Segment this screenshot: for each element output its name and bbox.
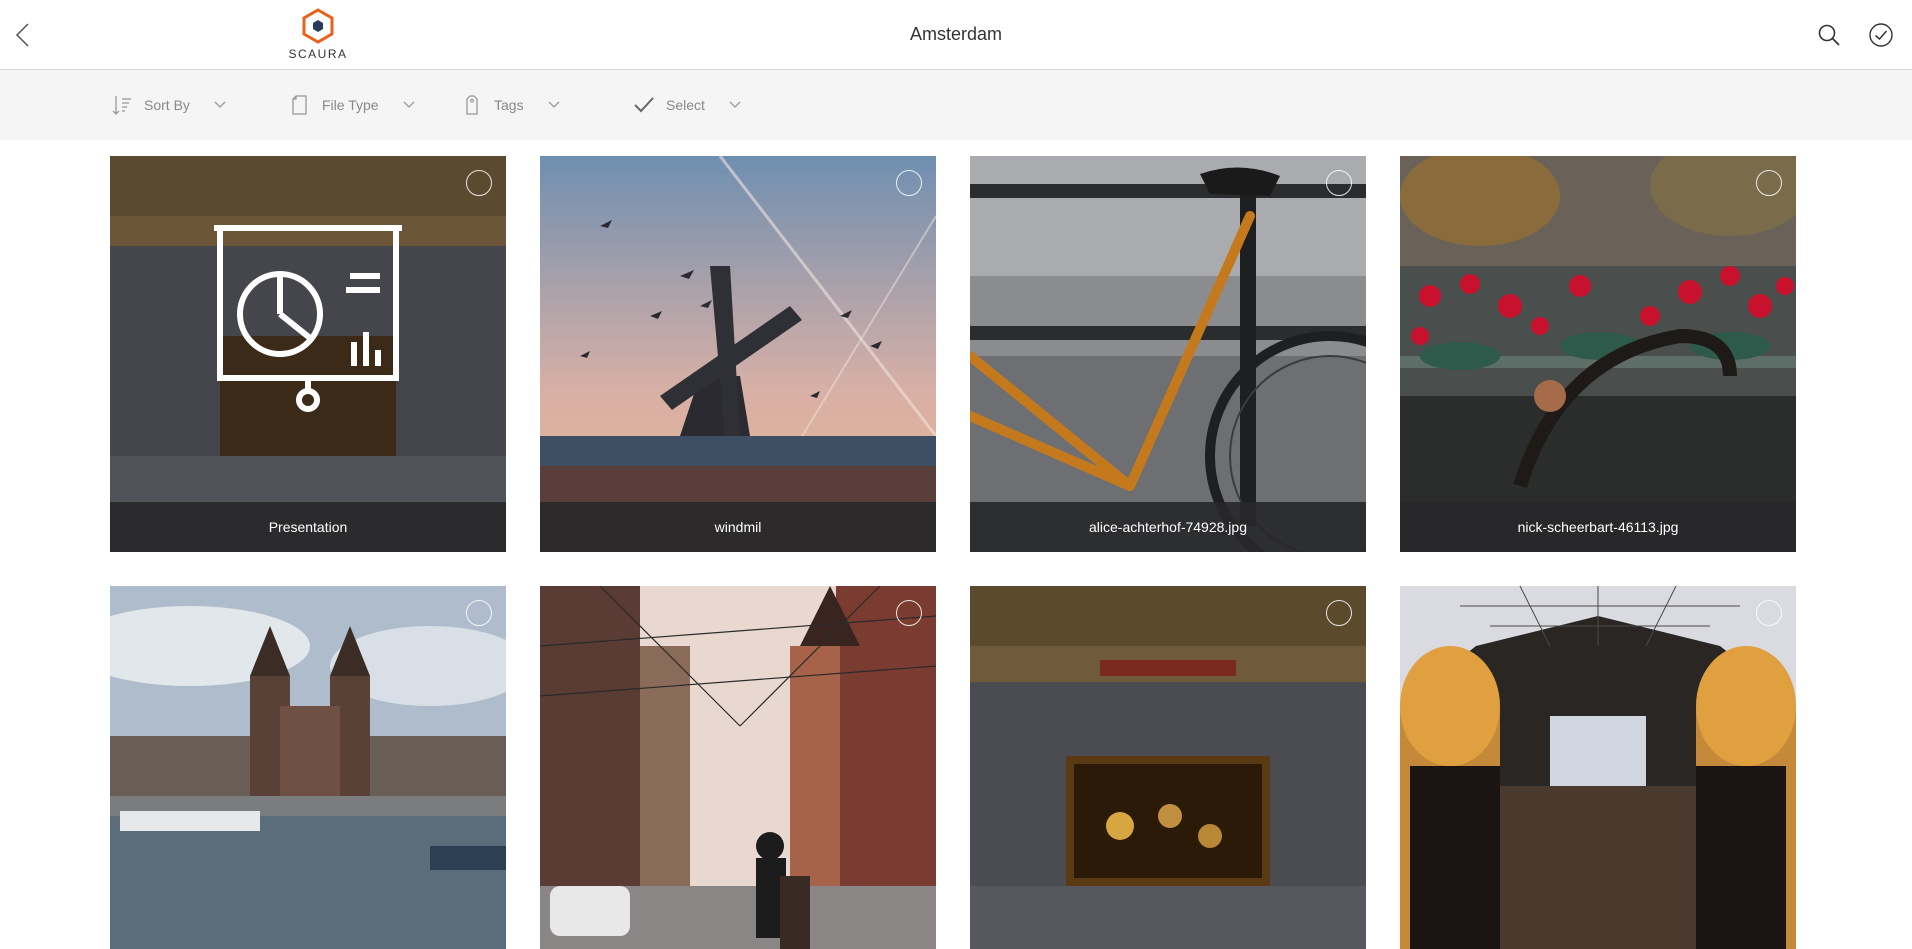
tags-dropdown[interactable]: Tags xyxy=(460,70,560,140)
bicycle-thumbnail xyxy=(970,156,1366,552)
church-thumbnail xyxy=(110,586,506,949)
media-tile-rembrandt[interactable] xyxy=(970,586,1366,949)
select-radio[interactable] xyxy=(896,170,922,196)
hexagon-logo-icon xyxy=(302,8,334,44)
select-radio[interactable] xyxy=(466,170,492,196)
page-title: Amsterdam xyxy=(909,24,1003,44)
presentation-thumbnail xyxy=(110,156,506,552)
scaura-logo[interactable]: SCAURA xyxy=(286,8,350,64)
file-icon xyxy=(292,95,307,115)
media-tile-street[interactable] xyxy=(540,586,936,949)
chevron-left-icon xyxy=(15,23,29,47)
back-button[interactable] xyxy=(8,20,36,50)
media-tile-library[interactable] xyxy=(1400,586,1796,949)
search-button[interactable] xyxy=(1816,22,1842,48)
filter-toolbar: Sort By File Type Tags Select xyxy=(0,70,1912,140)
sort-by-label: Sort By xyxy=(144,97,190,113)
sort-by-dropdown[interactable]: Sort By xyxy=(110,70,226,140)
select-radio[interactable] xyxy=(1326,600,1352,626)
media-tile-bicycle[interactable]: alice-achterhof-74928.jpg xyxy=(970,156,1366,552)
tile-caption: Presentation xyxy=(110,502,506,552)
checkmark-icon xyxy=(634,97,654,113)
app-header: SCAURA Amsterdam xyxy=(0,0,1912,70)
street-thumbnail xyxy=(540,586,936,949)
windmill-thumbnail xyxy=(540,156,936,552)
select-radio[interactable] xyxy=(466,600,492,626)
search-icon xyxy=(1818,24,1840,46)
tile-caption: alice-achterhof-74928.jpg xyxy=(970,502,1366,552)
file-type-label: File Type xyxy=(322,97,379,113)
chevron-down-icon xyxy=(548,101,560,108)
flowers-thumbnail xyxy=(1400,156,1796,552)
check-circle-icon xyxy=(1869,23,1893,47)
file-type-dropdown[interactable]: File Type xyxy=(288,70,415,140)
media-tile-church[interactable] xyxy=(110,586,506,949)
chevron-down-icon xyxy=(214,101,226,108)
tile-caption: nick-scheerbart-46113.jpg xyxy=(1400,502,1796,552)
tag-icon xyxy=(466,95,478,115)
select-radio[interactable] xyxy=(896,600,922,626)
chevron-down-icon xyxy=(729,101,741,108)
select-label: Select xyxy=(666,97,705,113)
chevron-down-icon xyxy=(403,101,415,108)
done-button[interactable] xyxy=(1867,21,1895,49)
tags-label: Tags xyxy=(494,97,524,113)
sort-icon xyxy=(112,96,131,115)
tile-caption: windmil xyxy=(540,502,936,552)
media-tile-flowers[interactable]: nick-scheerbart-46113.jpg xyxy=(1400,156,1796,552)
rembrandt-thumbnail xyxy=(970,586,1366,949)
select-radio[interactable] xyxy=(1326,170,1352,196)
logo-text: SCAURA xyxy=(288,47,348,61)
select-radio[interactable] xyxy=(1756,600,1782,626)
library-thumbnail xyxy=(1400,586,1796,949)
vertical-scrollbar[interactable] xyxy=(1904,140,1912,949)
select-radio[interactable] xyxy=(1756,170,1782,196)
select-dropdown[interactable]: Select xyxy=(632,70,741,140)
media-tile-windmill[interactable]: windmil xyxy=(540,156,936,552)
media-tile-presentation[interactable]: Presentation xyxy=(110,156,506,552)
